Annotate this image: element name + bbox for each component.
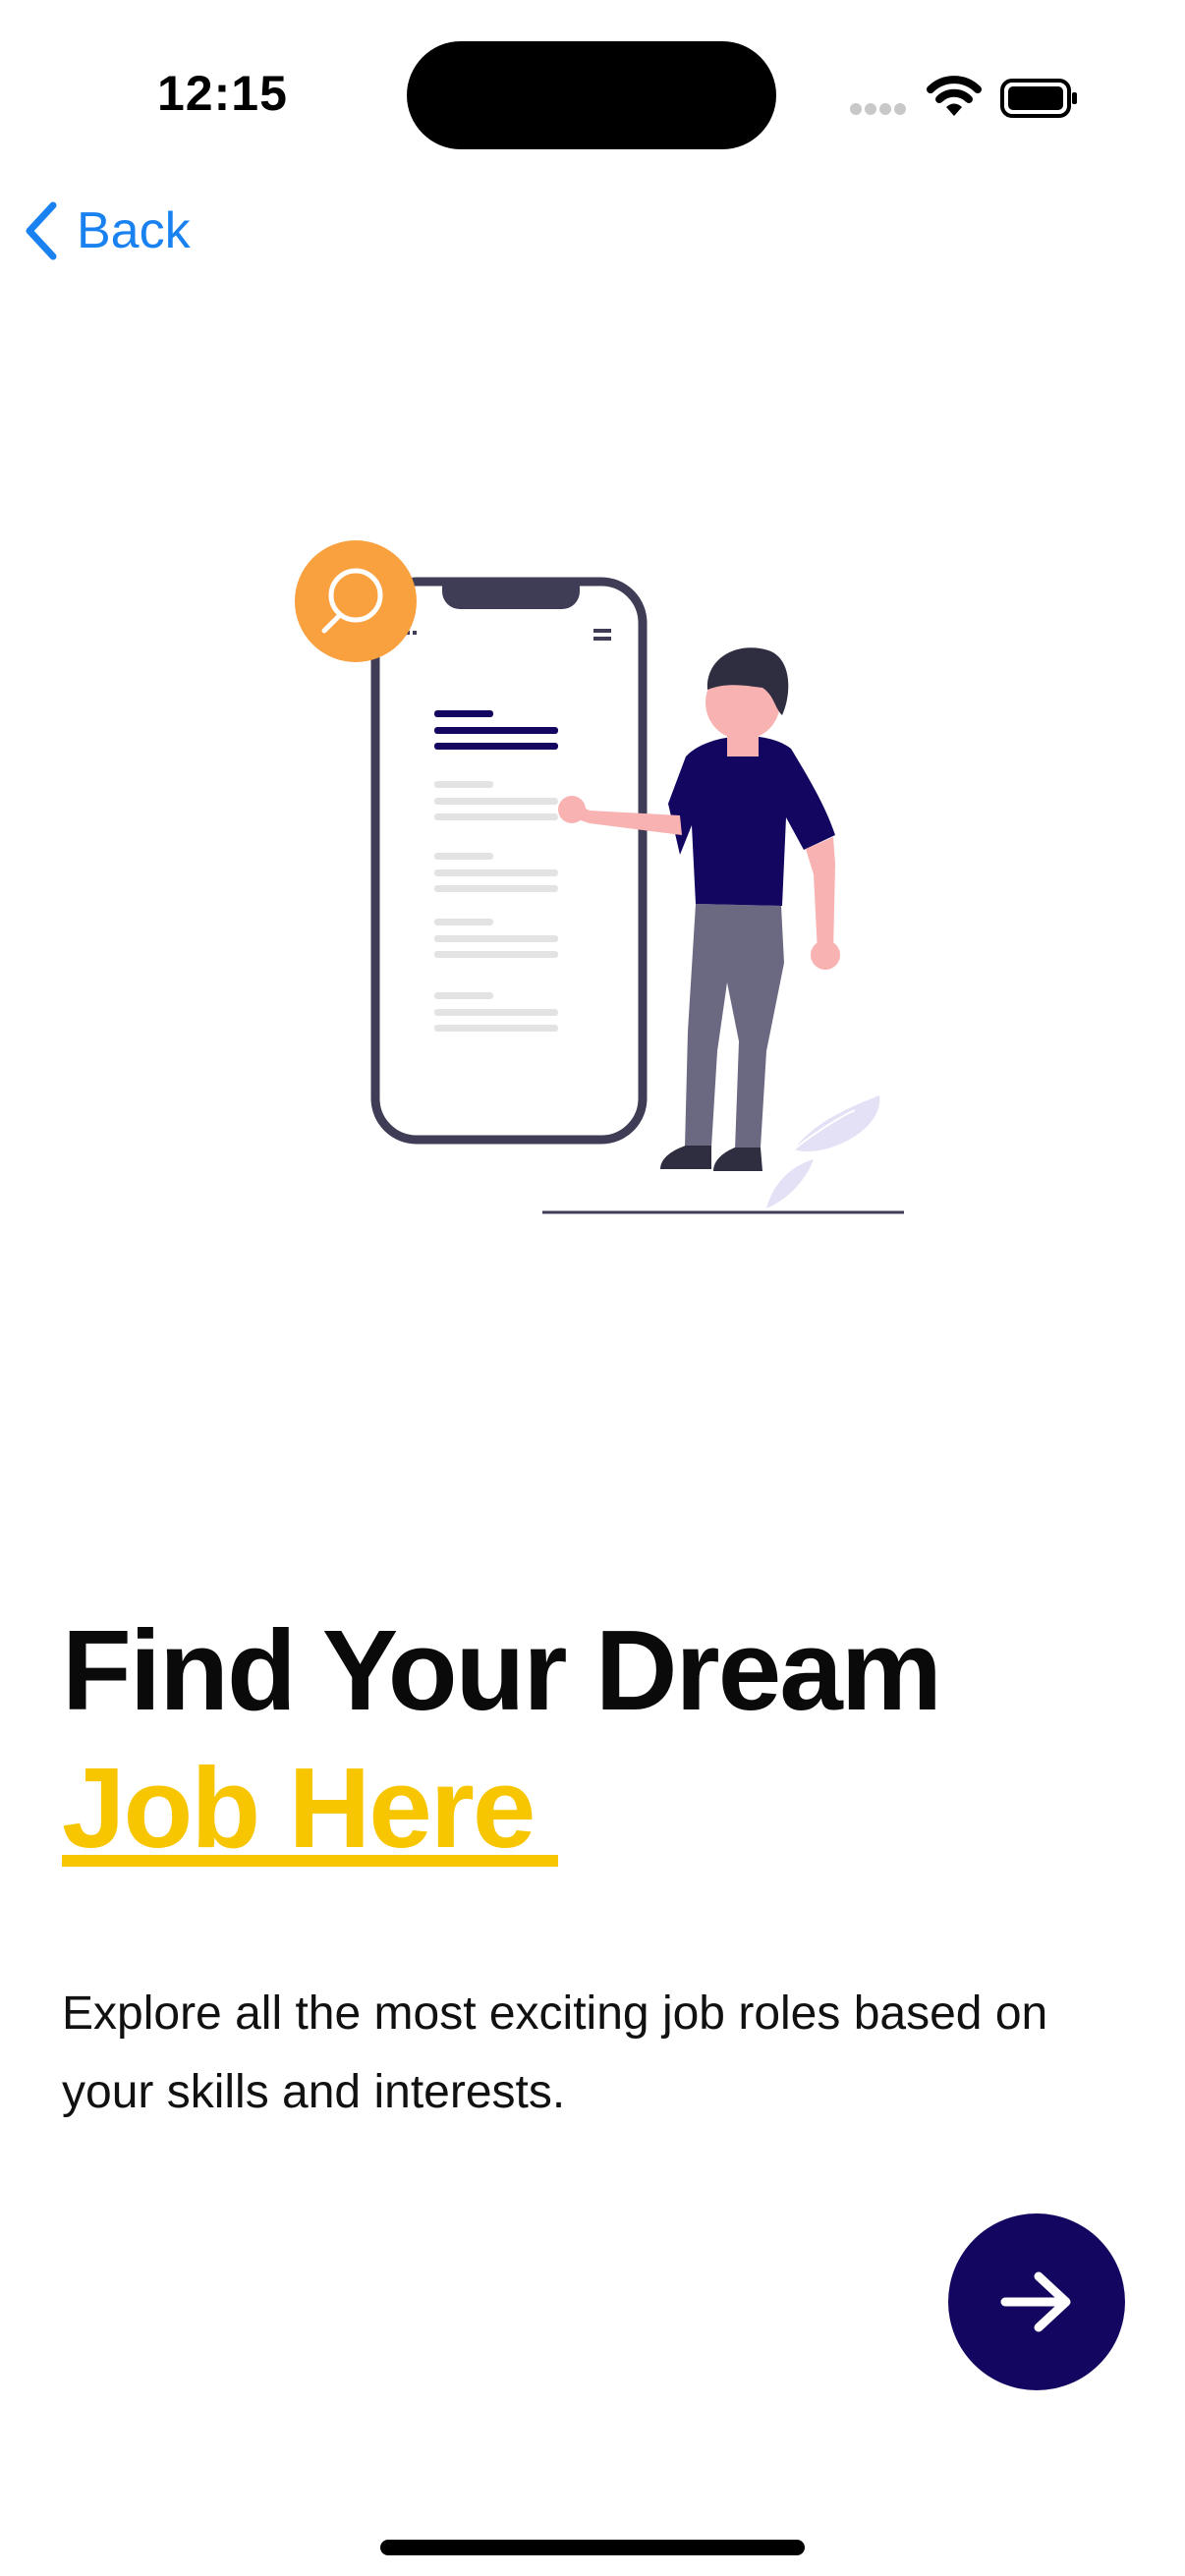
home-indicator[interactable] (380, 2540, 805, 2555)
battery-icon (1000, 79, 1077, 118)
headline-line1: Find Your Dream (62, 1606, 942, 1734)
job-search-illustration (295, 540, 904, 1214)
dynamic-island (407, 41, 776, 149)
back-button[interactable]: Back (22, 196, 191, 265)
subtitle-text: Explore all the most exciting job roles … (62, 1988, 1048, 2118)
wifi-icon (927, 76, 982, 116)
chevron-left-icon (26, 201, 57, 260)
arrow-right-icon (1000, 2271, 1071, 2332)
next-button[interactable] (948, 2213, 1125, 2390)
back-label: Back (77, 202, 191, 259)
status-time: 12:15 (157, 66, 288, 121)
highlight-underline (62, 1855, 558, 1867)
search-icon (295, 540, 417, 662)
cellular-signal-icon (850, 103, 906, 115)
